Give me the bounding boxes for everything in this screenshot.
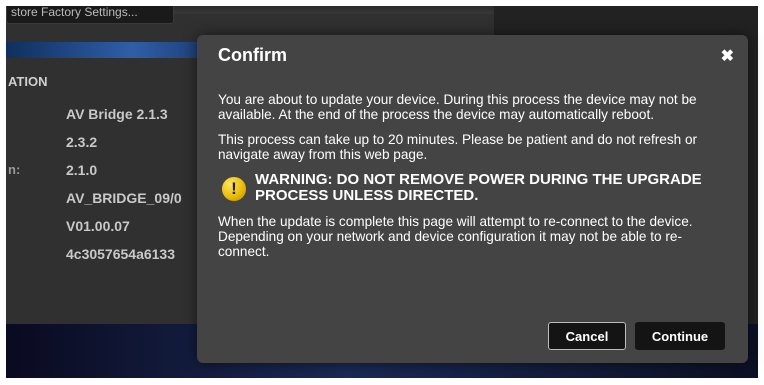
info-value-serial: 4c3057654a6133 [66,246,176,262]
warning-text: WARNING: DO NOT REMOVE POWER DURING THE … [255,171,702,204]
section-title: ATION [8,74,48,89]
dialog-title: Confirm [218,45,287,65]
close-icon[interactable]: ✖ [721,46,734,66]
info-value-firmware: AV_BRIDGE_09/0 [66,190,182,206]
update-notice-text: You are about to update your device. Dur… [218,92,697,122]
info-value-hardware: 2.3.2 [66,134,98,150]
warning-icon: ! [222,177,246,201]
info-value-version: 2.1.0 [66,162,98,178]
dialog-body: You are about to update your device. Dur… [218,92,730,269]
info-label-version: n: [8,162,21,177]
duration-notice-text: This process can take up to 20 minutes. … [218,132,698,162]
info-value-product: AV Bridge 2.1.3 [66,106,168,122]
cancel-button[interactable]: Cancel [548,322,626,350]
warning-block: ! WARNING: DO NOT REMOVE POWER DURING TH… [218,172,730,204]
reconnect-notice-text: When the update is complete this page wi… [218,214,693,259]
info-value-build: V01.00.07 [66,218,130,234]
restore-factory-settings-button[interactable]: store Factory Settings... [6,6,174,24]
confirm-dialog: Confirm ✖ You are about to update your d… [197,35,748,363]
continue-button[interactable]: Continue [635,322,725,350]
section-header-bar [6,42,216,58]
